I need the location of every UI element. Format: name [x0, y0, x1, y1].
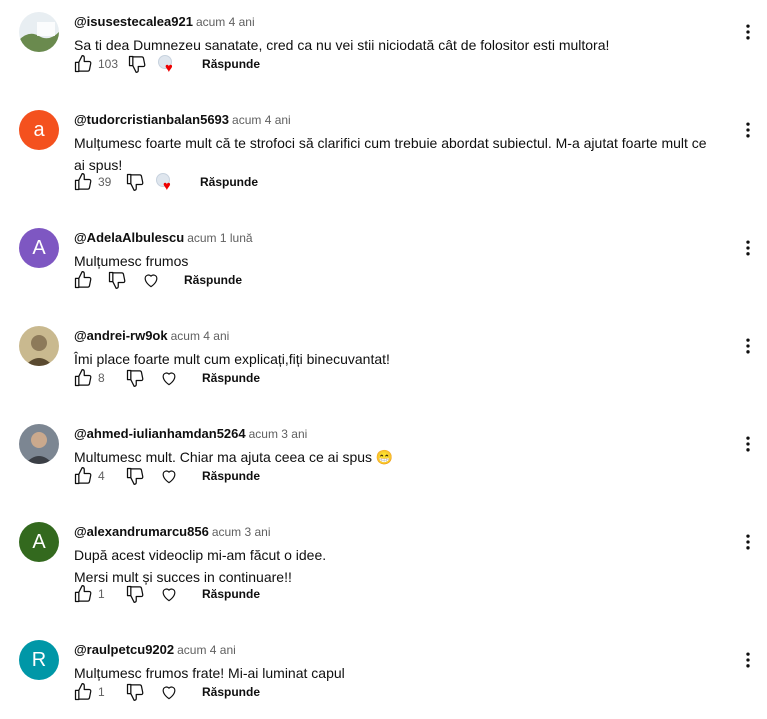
like-icon[interactable]	[72, 53, 94, 75]
comment-timestamp[interactable]: acum 3 ani	[212, 525, 271, 539]
dislike-icon[interactable]	[124, 583, 146, 605]
like-icon[interactable]	[72, 465, 94, 487]
avatar[interactable]	[19, 424, 59, 464]
comment-actions: 4 Răspunde	[72, 464, 260, 488]
comment-actions: 1 Răspunde	[72, 582, 260, 606]
avatar[interactable]	[19, 12, 59, 52]
heart-icon[interactable]	[140, 269, 162, 291]
like-icon[interactable]	[72, 269, 94, 291]
comment-header: @AdelaAlbulescu acum 1 lună	[74, 228, 253, 248]
comment-timestamp[interactable]: acum 4 ani	[171, 329, 230, 343]
like-icon[interactable]	[72, 367, 94, 389]
dislike-icon[interactable]	[124, 681, 146, 703]
dislike-icon[interactable]	[124, 367, 146, 389]
comment-author[interactable]: @alexandrumarcu856	[74, 524, 209, 539]
dislike-icon[interactable]	[124, 171, 146, 193]
comment-actions: 8 Răspunde	[72, 366, 260, 390]
comment-text-line: După acest videoclip mi-am făcut o idee.	[74, 547, 327, 563]
comment-header: @tudorcristianbalan5693 acum 4 ani	[74, 110, 291, 130]
avatar[interactable]	[19, 326, 59, 366]
heart-icon[interactable]	[158, 367, 180, 389]
comment-actions: 103 ♥ Răspunde	[72, 52, 260, 76]
comment-timestamp[interactable]: acum 4 ani	[232, 113, 291, 127]
dislike-icon[interactable]	[126, 53, 148, 75]
more-actions-icon[interactable]	[738, 648, 758, 672]
creator-heart-icon: ♥	[158, 53, 180, 75]
like-icon[interactable]	[72, 171, 94, 193]
reply-button[interactable]: Răspunde	[202, 685, 260, 699]
comment-author[interactable]: @tudorcristianbalan5693	[74, 112, 229, 127]
like-count: 39	[98, 175, 112, 189]
more-actions-icon[interactable]	[738, 118, 758, 142]
reply-button[interactable]: Răspunde	[202, 587, 260, 601]
like-icon[interactable]	[72, 681, 94, 703]
dislike-icon[interactable]	[106, 269, 128, 291]
like-count: 1	[98, 587, 105, 601]
more-actions-icon[interactable]	[738, 334, 758, 358]
reply-button[interactable]: Răspunde	[200, 175, 258, 189]
comment-actions: 1 Răspunde	[72, 680, 260, 704]
comment-actions: 39 ♥ Răspunde	[72, 170, 258, 194]
like-count: 1	[98, 685, 105, 699]
comment-header: @alexandrumarcu856 acum 3 ani	[74, 522, 271, 542]
more-actions-icon[interactable]	[738, 236, 758, 260]
like-count: 8	[98, 371, 105, 385]
comment-header: @andrei-rw9ok acum 4 ani	[74, 326, 229, 346]
reply-button[interactable]: Răspunde	[202, 469, 260, 483]
comment-author[interactable]: @AdelaAlbulescu	[74, 230, 184, 245]
comment-timestamp[interactable]: acum 4 ani	[196, 15, 255, 29]
heart-icon[interactable]	[158, 681, 180, 703]
comment-author[interactable]: @ahmed-iulianhamdan5264	[74, 426, 246, 441]
avatar[interactable]: a	[19, 110, 59, 150]
comment-header: @isusestecalea921 acum 4 ani	[74, 12, 255, 32]
avatar[interactable]: R	[19, 640, 59, 680]
avatar[interactable]: A	[19, 522, 59, 562]
comment-actions: Răspunde	[72, 268, 242, 292]
creator-heart-icon: ♥	[156, 171, 178, 193]
comment-timestamp[interactable]: acum 3 ani	[249, 427, 308, 441]
reply-button[interactable]: Răspunde	[202, 57, 260, 71]
comment-header: @raulpetcu9202 acum 4 ani	[74, 640, 236, 660]
comment-timestamp[interactable]: acum 1 lună	[187, 231, 252, 245]
avatar[interactable]: A	[19, 228, 59, 268]
heart-icon[interactable]	[158, 465, 180, 487]
dislike-icon[interactable]	[124, 465, 146, 487]
reply-button[interactable]: Răspunde	[202, 371, 260, 385]
more-actions-icon[interactable]	[738, 530, 758, 554]
comment-header: @ahmed-iulianhamdan5264 acum 3 ani	[74, 424, 307, 444]
more-actions-icon[interactable]	[738, 432, 758, 456]
comment-text-line: Mulțumesc foarte mult că te strofoci să …	[74, 135, 707, 151]
like-count: 4	[98, 469, 105, 483]
comment-author[interactable]: @raulpetcu9202	[74, 642, 174, 657]
comment-author[interactable]: @isusestecalea921	[74, 14, 193, 29]
more-actions-icon[interactable]	[738, 20, 758, 44]
comment-timestamp[interactable]: acum 4 ani	[177, 643, 236, 657]
reply-button[interactable]: Răspunde	[184, 273, 242, 287]
like-count: 103	[98, 57, 119, 71]
like-icon[interactable]	[72, 583, 94, 605]
heart-icon[interactable]	[158, 583, 180, 605]
comment-author[interactable]: @andrei-rw9ok	[74, 328, 168, 343]
